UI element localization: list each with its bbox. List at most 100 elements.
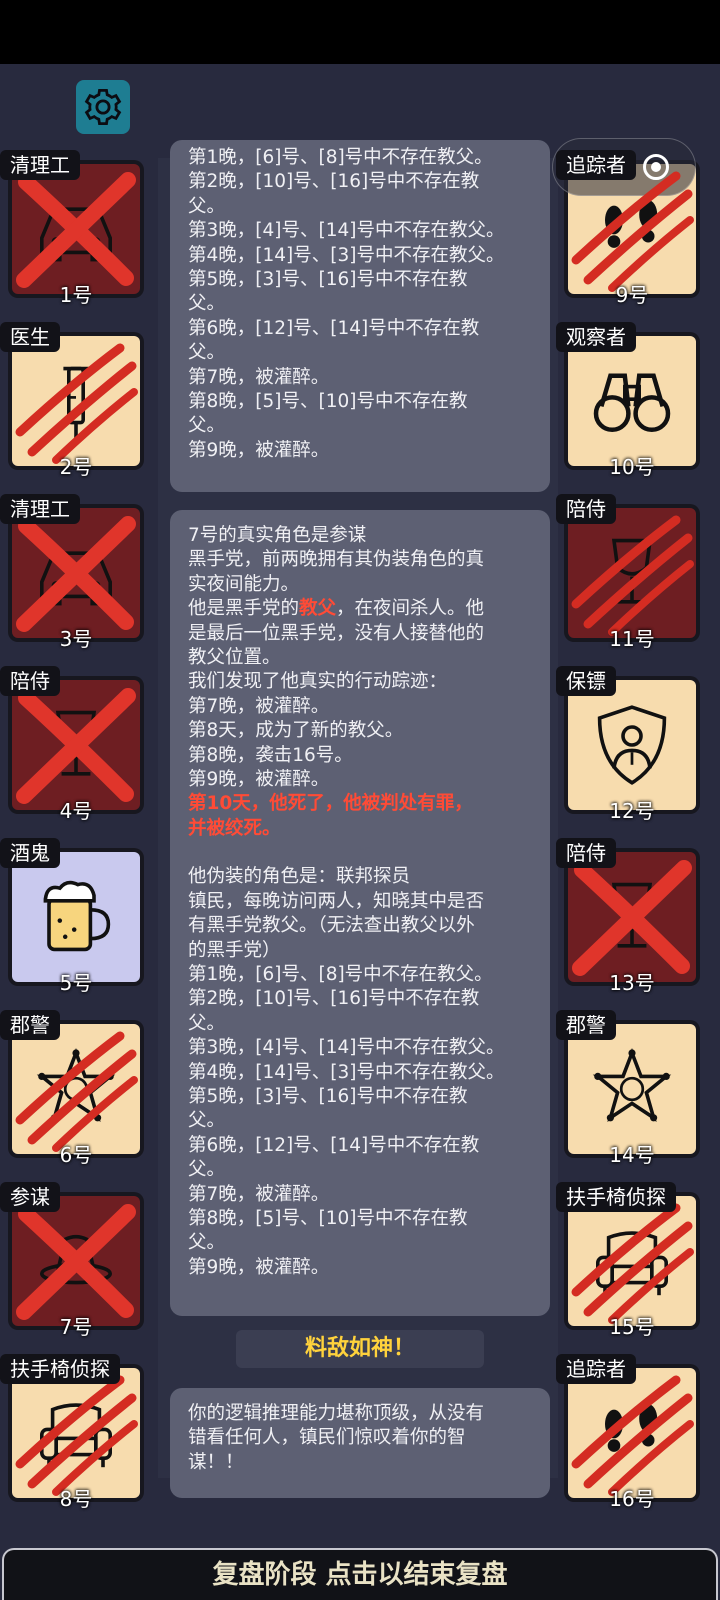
player-seat[interactable]: 追踪者 9号 bbox=[556, 150, 700, 307]
role-label: 陪侍 bbox=[556, 494, 616, 524]
log-line: 父。 bbox=[188, 1232, 226, 1254]
text-segment: ，在夜间杀人。他 bbox=[336, 598, 485, 620]
log-line: 父。 bbox=[188, 195, 226, 217]
log-line: 7号的真实角色是参谋 bbox=[188, 525, 367, 546]
seat-number: 5号 bbox=[59, 971, 93, 995]
seat-number: 6号 bbox=[59, 1143, 93, 1167]
player-seat[interactable]: 陪侍 11号 bbox=[556, 494, 700, 651]
death-notice: 并被绞死。 bbox=[188, 817, 281, 839]
role-portrait bbox=[12, 1196, 140, 1326]
log-line: 实夜间能力。 bbox=[188, 573, 300, 595]
claw-attack-mark bbox=[571, 515, 694, 636]
player-card bbox=[8, 1364, 144, 1502]
log-line: 第7晚，被灌醉。 bbox=[188, 1183, 330, 1205]
log-line: 第7晚，被灌醉。 bbox=[188, 695, 330, 717]
log-line: 第2晚，[10]号、[16]号中不存在教 bbox=[188, 988, 480, 1010]
eliminated-x-mark bbox=[16, 1204, 136, 1320]
role-portrait bbox=[12, 1368, 140, 1498]
gear-icon bbox=[84, 88, 122, 126]
log-line: 的黑手党） bbox=[188, 939, 281, 961]
log-line: 父。 bbox=[188, 415, 226, 437]
player-seat[interactable]: 陪侍 4号 bbox=[0, 666, 144, 823]
player-card bbox=[564, 1020, 700, 1158]
claw-attack-mark bbox=[571, 1375, 694, 1496]
player-seat[interactable]: 保镖 12号 bbox=[556, 666, 700, 823]
beer-mug-icon bbox=[43, 880, 111, 952]
player-card bbox=[8, 160, 144, 298]
role-label: 医生 bbox=[0, 322, 60, 352]
player-seat[interactable]: 观察者 10号 bbox=[556, 322, 700, 479]
log-line: 教父位置。 bbox=[188, 647, 281, 669]
role-label: 扶手椅侦探 bbox=[556, 1182, 676, 1212]
log-line: 第4晚，[14]号、[3]号中不存在教父。 bbox=[188, 244, 505, 266]
role-portrait bbox=[568, 852, 696, 982]
log-line: 黑手党，前两晚拥有其伪装角色的真 bbox=[188, 549, 485, 571]
log-line: 父。 bbox=[188, 1159, 226, 1181]
player-card bbox=[564, 1192, 700, 1330]
player-card bbox=[8, 848, 144, 986]
log-line: 是最后一位黑手党，没有人接替他的 bbox=[188, 622, 485, 644]
log-bubble-reveal: 7号的真实角色是参谋 黑手党，前两晚拥有其伪装角色的真 实夜间能力。 他是黑手党… bbox=[170, 510, 550, 1316]
player-seat[interactable]: 清理工 1号 bbox=[0, 150, 144, 307]
log-line: 第9晚，被灌醉。 bbox=[188, 439, 330, 461]
log-line: 我们发现了他真实的行动踪迹： bbox=[188, 671, 448, 693]
seat-number: 15号 bbox=[609, 1315, 655, 1339]
log-line: 第5晚，[3]号、[16]号中不存在教 bbox=[188, 269, 468, 291]
status-bar bbox=[0, 0, 720, 64]
log-line: 第9晚，被灌醉。 bbox=[188, 769, 330, 791]
seat-number: 12号 bbox=[609, 799, 655, 823]
log-line: 他是黑手党的教父，在夜间杀人。他 bbox=[188, 597, 532, 621]
claw-attack-mark bbox=[571, 1203, 694, 1324]
end-review-button[interactable]: 复盘阶段 点击以结束复盘 bbox=[2, 1548, 718, 1600]
role-label: 清理工 bbox=[0, 150, 80, 180]
log-line: 第9晚，被灌醉。 bbox=[188, 1256, 330, 1278]
player-seat[interactable]: 扶手椅侦探 15号 bbox=[556, 1182, 700, 1339]
log-line: 第7晚，被灌醉。 bbox=[188, 366, 330, 388]
player-seat[interactable]: 陪侍 13号 bbox=[556, 838, 700, 995]
role-portrait bbox=[12, 336, 140, 466]
role-label: 扶手椅侦探 bbox=[0, 1354, 120, 1384]
role-label: 观察者 bbox=[556, 322, 636, 352]
player-seat[interactable]: 参谋 7号 bbox=[0, 1182, 144, 1339]
player-seat[interactable]: 追踪者 16号 bbox=[556, 1354, 700, 1511]
role-label: 追踪者 bbox=[556, 150, 636, 180]
claw-attack-mark bbox=[15, 1031, 138, 1152]
player-card bbox=[564, 676, 700, 814]
role-portrait bbox=[568, 336, 696, 466]
settings-button[interactable] bbox=[76, 80, 130, 134]
role-portrait bbox=[12, 680, 140, 810]
shield-person-icon bbox=[597, 705, 667, 785]
eliminated-x-mark bbox=[16, 172, 136, 288]
claw-attack-mark bbox=[571, 171, 694, 292]
log-line: 第4晚，[14]号、[3]号中不存在教父。 bbox=[188, 1061, 505, 1083]
player-seat[interactable]: 扶手椅侦探 8号 bbox=[0, 1354, 144, 1511]
role-label: 追踪者 bbox=[556, 1354, 636, 1384]
text-segment: 他是黑手党的 bbox=[188, 598, 300, 620]
log-bubble-previous: 第1晚，[6]号、[8]号中不存在教父。 第2晚，[10]号、[16]号中不存在… bbox=[170, 140, 550, 492]
player-seat[interactable]: 郡警 6号 bbox=[0, 1010, 144, 1167]
log-line: 第8晚，袭击16号。 bbox=[188, 744, 353, 766]
death-notice: 第10天，他死了，他被判处有罪， bbox=[188, 793, 473, 815]
seat-number: 10号 bbox=[609, 455, 655, 479]
seat-number: 1号 bbox=[59, 283, 93, 307]
player-seat[interactable]: 清理工 3号 bbox=[0, 494, 144, 651]
log-line: 第3晚，[4]号、[14]号中不存在教父。 bbox=[188, 1037, 505, 1059]
seat-number: 2号 bbox=[59, 455, 93, 479]
role-label: 保镖 bbox=[556, 666, 616, 696]
log-line: 第8晚，[5]号、[10]号中不存在教 bbox=[188, 1207, 468, 1229]
player-card bbox=[564, 332, 700, 470]
log-line: 第2晚，[10]号、[16]号中不存在教 bbox=[188, 171, 480, 193]
sheriff-badge-icon bbox=[592, 1047, 672, 1123]
role-portrait bbox=[12, 852, 140, 982]
role-label: 参谋 bbox=[0, 1182, 60, 1212]
log-line: 第8天，成为了新的教父。 bbox=[188, 720, 404, 742]
seat-number: 14号 bbox=[609, 1143, 655, 1167]
player-seat[interactable]: 医生 2号 bbox=[0, 322, 144, 479]
log-line: 第6晚，[12]号、[14]号中不存在教 bbox=[188, 1134, 480, 1156]
player-seat[interactable]: 酒鬼 5号 bbox=[0, 838, 144, 995]
role-portrait bbox=[568, 508, 696, 638]
log-line: 父。 bbox=[188, 1012, 226, 1034]
log-line: 父。 bbox=[188, 342, 226, 364]
role-label: 陪侍 bbox=[0, 666, 60, 696]
player-seat[interactable]: 郡警 14号 bbox=[556, 1010, 700, 1167]
